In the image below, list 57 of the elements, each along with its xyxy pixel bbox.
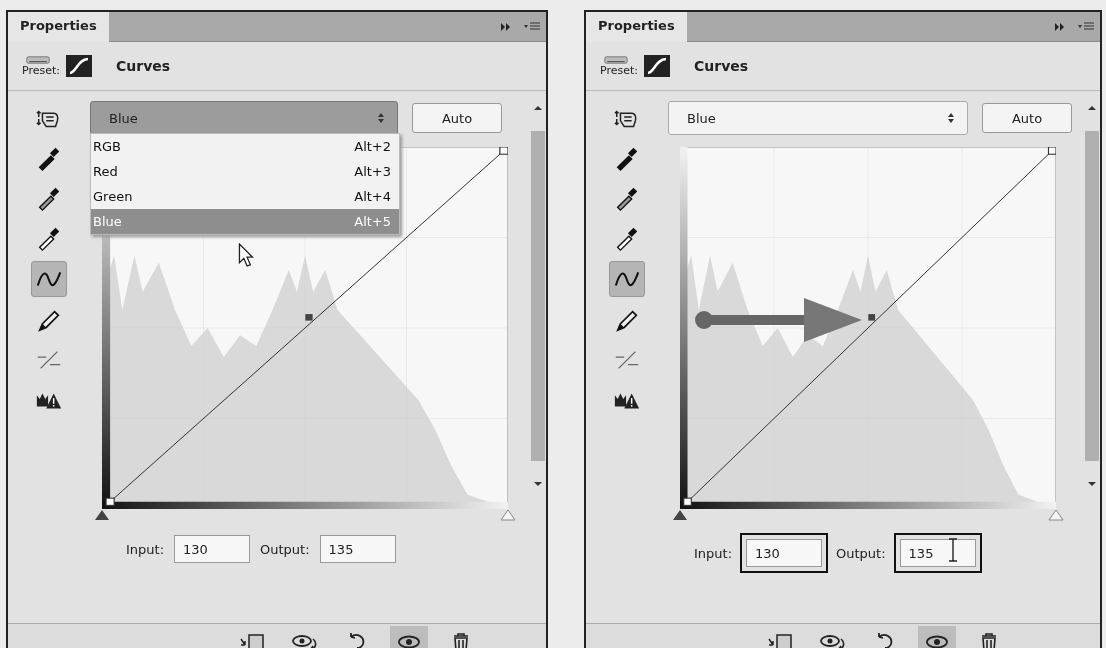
shortcut-label: Alt+5 [354, 214, 391, 229]
channel-name: Red [93, 164, 118, 179]
channel-dropdown[interactable]: Blue [668, 101, 968, 135]
output-field[interactable]: 135 [319, 535, 396, 563]
adjustment-title: Curves [116, 58, 171, 74]
endpoint-handle[interactable] [1047, 147, 1056, 155]
control-point[interactable] [305, 314, 313, 321]
curves-adjustment-icon [66, 55, 92, 77]
control-point[interactable] [868, 314, 876, 321]
up-down-arrows-icon [947, 112, 955, 124]
channel-menu-item[interactable]: Green Alt+4 [91, 184, 399, 209]
highlight-handle-icon[interactable] [1048, 509, 1064, 521]
channel-name: Green [93, 189, 133, 204]
preset-icon [604, 55, 628, 64]
preset-icon [26, 55, 50, 64]
preset-label: Preset: [22, 63, 60, 77]
shortcut-label: Alt+3 [354, 164, 391, 179]
collapse-icon[interactable] [1054, 21, 1066, 32]
scroll-up-icon[interactable] [533, 105, 543, 111]
shadow-handle-icon[interactable] [94, 509, 110, 521]
properties-tab[interactable]: Properties [586, 12, 687, 42]
preset-label: Preset: [600, 63, 638, 77]
endpoint-handle[interactable] [683, 497, 692, 506]
scrollbar-thumb[interactable] [1085, 131, 1099, 461]
input-field[interactable]: 130 [174, 535, 251, 563]
input-label: Input: [694, 545, 733, 561]
panel-menu-icon[interactable] [1078, 21, 1094, 32]
curve-tool-icon[interactable] [609, 261, 645, 297]
shadow-handle-icon[interactable] [672, 509, 688, 521]
input-field[interactable]: 130 [746, 539, 823, 567]
endpoint-handle[interactable] [105, 497, 115, 506]
output-label: Output: [836, 545, 886, 561]
auto-button[interactable]: Auto [982, 103, 1072, 133]
scrollbar-thumb[interactable] [531, 131, 545, 461]
properties-tab[interactable]: Properties [8, 12, 109, 42]
channel-menu-item[interactable]: Red Alt+3 [91, 159, 399, 184]
scroll-up-icon[interactable] [1087, 105, 1097, 111]
output-field[interactable]: 135 [899, 539, 976, 567]
collapse-icon[interactable] [500, 21, 512, 32]
endpoint-handle[interactable] [499, 147, 508, 155]
shortcut-label: Alt+2 [354, 139, 391, 154]
channel-name: Blue [93, 214, 122, 229]
channel-name: RGB [93, 139, 122, 154]
auto-button[interactable]: Auto [412, 103, 502, 133]
output-label: Output: [260, 541, 310, 557]
input-label: Input: [126, 541, 165, 557]
scroll-down-icon[interactable] [533, 481, 543, 487]
highlight-handle-icon[interactable] [500, 509, 516, 521]
channel-menu-item[interactable]: RGB Alt+2 [91, 134, 399, 159]
channel-dropdown[interactable]: Blue [90, 101, 398, 135]
shortcut-label: Alt+4 [354, 189, 391, 204]
curves-adjustment-icon [644, 55, 670, 77]
panel-menu-icon[interactable] [524, 21, 540, 32]
up-down-arrows-icon [377, 112, 385, 124]
curve-tool-icon[interactable] [31, 261, 67, 297]
adjustment-title: Curves [694, 58, 749, 74]
scroll-down-icon[interactable] [1087, 481, 1097, 487]
